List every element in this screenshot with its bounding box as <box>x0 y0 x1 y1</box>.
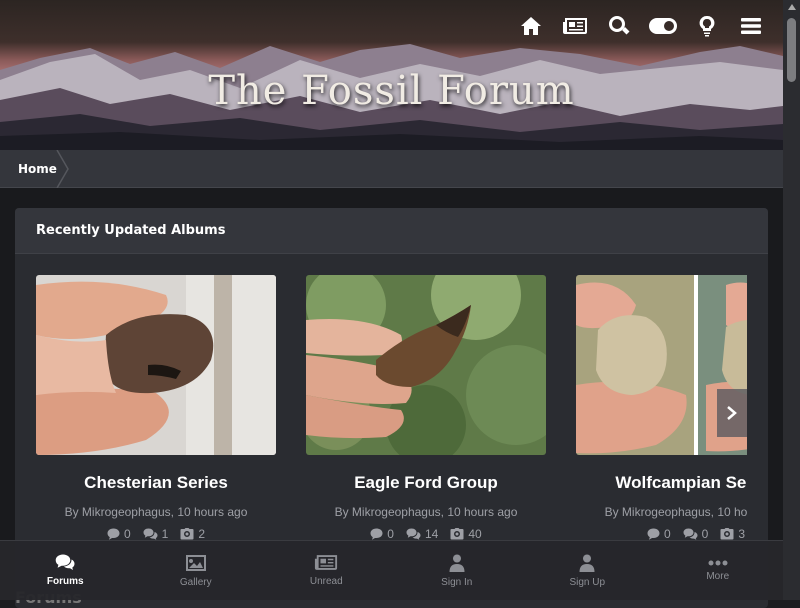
nav-sign-in[interactable]: Sign In <box>392 541 523 600</box>
album-card: Eagle Ford Group By Mikrogeophagus, 10 h… <box>306 275 546 541</box>
album-title[interactable]: Wolfcampian Series <box>576 473 747 493</box>
nav-unread[interactable]: Unread <box>261 541 392 600</box>
review-count: 0 <box>683 527 708 541</box>
album-meta: By Mikrogeophagus, 10 hours ago <box>334 505 518 519</box>
album-stats: 0 14 40 <box>306 527 546 541</box>
album-thumbnail[interactable] <box>306 275 546 455</box>
image-count: 40 <box>450 527 482 541</box>
scroll-up-arrow[interactable] <box>788 4 796 10</box>
review-count: 14 <box>406 527 438 541</box>
scroll-thumb[interactable] <box>787 18 796 82</box>
ellipsis-icon <box>708 560 728 565</box>
chevron-right-icon <box>727 406 737 420</box>
home-icon[interactable] <box>509 12 553 40</box>
camera-icon <box>450 528 464 540</box>
news-icon[interactable] <box>553 12 597 40</box>
album-stats: 0 0 3 <box>576 527 747 541</box>
widget-title: Recently Updated Albums <box>15 208 768 254</box>
comment-icon <box>370 528 383 540</box>
album-carousel: Chesterian Series By Mikrogeophagus, 10 … <box>36 275 747 575</box>
image-count: 2 <box>180 527 205 541</box>
camera-icon <box>180 528 194 540</box>
page-scrollbar[interactable] <box>783 0 800 600</box>
news-icon <box>315 555 338 570</box>
comments-icon <box>683 528 698 540</box>
nav-more[interactable]: More <box>653 541 784 600</box>
comment-count: 0 <box>107 527 131 541</box>
menu-icon[interactable] <box>729 12 773 40</box>
comments-icon <box>406 528 421 540</box>
site-title[interactable]: The Fossil Forum <box>0 68 783 114</box>
image-icon <box>185 554 206 571</box>
album-title[interactable]: Chesterian Series <box>36 473 276 493</box>
comments-icon <box>55 554 75 570</box>
lightbulb-icon[interactable] <box>685 12 729 40</box>
image-count: 3 <box>720 527 745 541</box>
nav-sign-up[interactable]: Sign Up <box>522 541 653 600</box>
site-header: The Fossil Forum <box>0 0 783 150</box>
album-thumbnail[interactable] <box>36 275 276 455</box>
header-toolbar <box>509 12 773 40</box>
breadcrumb-separator <box>56 150 69 188</box>
breadcrumb: Home <box>0 150 783 188</box>
album-stats: 0 1 2 <box>36 527 276 541</box>
album-title[interactable]: Eagle Ford Group <box>306 473 546 493</box>
nav-forums[interactable]: Forums <box>0 541 131 600</box>
review-count: 1 <box>143 527 168 541</box>
nav-gallery[interactable]: Gallery <box>131 541 262 600</box>
bottom-navigation: Forums Gallery Unread Sign In Sign Up Mo… <box>0 540 783 600</box>
theme-toggle-icon[interactable] <box>641 12 685 40</box>
album-meta: By Mikrogeophagus, 10 hours ago <box>604 505 747 519</box>
comment-count: 0 <box>647 527 671 541</box>
camera-icon <box>720 528 734 540</box>
album-meta: By Mikrogeophagus, 10 hours ago <box>64 505 248 519</box>
comments-icon <box>143 528 158 540</box>
album-card: Chesterian Series By Mikrogeophagus, 10 … <box>36 275 276 541</box>
carousel-next-button[interactable] <box>717 389 747 437</box>
search-icon[interactable] <box>597 12 641 40</box>
comment-count: 0 <box>370 527 394 541</box>
user-icon <box>579 554 595 572</box>
comment-icon <box>107 528 120 540</box>
comment-icon <box>647 528 660 540</box>
user-icon <box>449 554 465 572</box>
